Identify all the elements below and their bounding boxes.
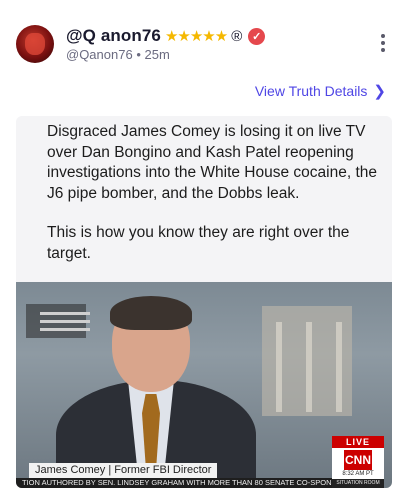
avatar[interactable] <box>16 25 54 63</box>
live-badge: LIVE <box>332 436 384 448</box>
background-column <box>306 322 312 412</box>
show-sign-overlay <box>26 304 90 338</box>
meta-separator: • <box>136 47 141 62</box>
post-paragraph: This is how you know they are right over… <box>47 224 350 262</box>
view-truth-details-link[interactable]: View Truth Details ❯ <box>255 82 386 100</box>
chevron-right-icon: ❯ <box>373 83 386 100</box>
handle[interactable]: @Qanon76 <box>66 47 133 62</box>
background-column <box>276 322 282 412</box>
embedded-video-frame[interactable]: James Comey | Former FBI Director TION A… <box>16 282 392 488</box>
background-column <box>336 322 342 412</box>
author-name-row: @Q anon76 ★★★★★ ® ✓ <box>66 26 266 46</box>
broadcast-time: 8:32 AM PT <box>342 471 374 477</box>
post-time[interactable]: 25m <box>145 47 170 62</box>
post-paragraph: Disgraced James Comey is losing it on li… <box>47 123 377 202</box>
news-ticker: TION AUTHORED BY SEN. LINDSEY GRAHAM WIT… <box>16 478 344 488</box>
star-badges: ★★★★★ <box>164 28 228 45</box>
network-bug: LIVE CNN 8:32 AM PT SITUATION ROOM <box>332 436 384 488</box>
details-label: View Truth Details <box>254 83 368 99</box>
cnn-logo-icon: CNN <box>344 450 372 470</box>
person-hair <box>110 296 192 330</box>
author-meta: @Qanon76 • 25m <box>66 47 170 62</box>
more-options-icon[interactable] <box>380 34 386 52</box>
display-name[interactable]: @Q anon76 <box>66 26 161 46</box>
lower-third-caption: James Comey | Former FBI Director <box>29 463 218 478</box>
post-card[interactable]: Disgraced James Comey is losing it on li… <box>16 116 392 488</box>
verified-icon: ✓ <box>248 27 266 45</box>
show-name: SITUATION ROOM <box>332 479 384 488</box>
registered-mark: ® <box>231 27 243 45</box>
post-body: Disgraced James Comey is losing it on li… <box>47 122 387 283</box>
